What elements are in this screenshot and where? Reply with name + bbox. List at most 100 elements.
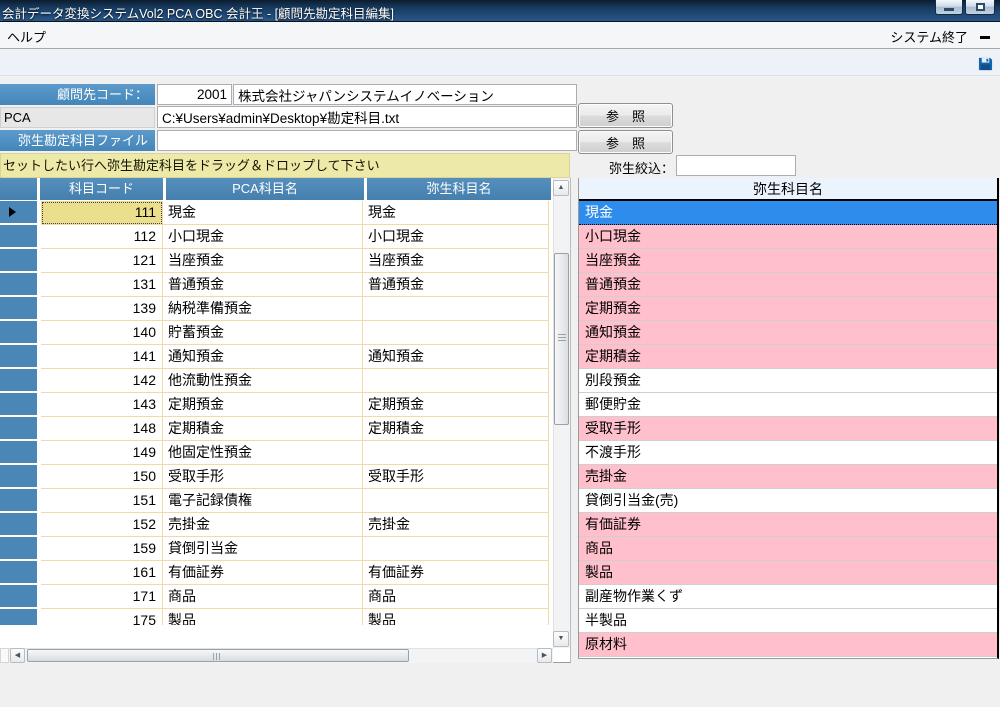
list-item[interactable]: 不渡手形 [579,441,997,465]
cell-code[interactable]: 140 [41,321,163,345]
mdi-minimize-icon[interactable] [980,36,990,39]
row-selector[interactable] [0,465,37,489]
cell-code[interactable]: 161 [41,561,163,585]
list-item[interactable]: 売掛金 [579,465,997,489]
column-header-pca[interactable]: PCA科目名 [166,178,364,200]
cell-pca-name[interactable]: 売掛金 [163,513,363,537]
cell-yayoi-name[interactable]: 商品 [363,585,549,609]
cell-yayoi-name[interactable]: 定期預金 [363,393,549,417]
cell-pca-name[interactable]: 電子記録債権 [163,489,363,513]
yayoi-filter-input[interactable] [676,155,796,176]
cell-code[interactable]: 151 [41,489,163,513]
list-item[interactable]: 受取手形 [579,417,997,441]
row-selector[interactable] [0,393,37,417]
list-item[interactable]: 当座預金 [579,249,997,273]
list-item[interactable]: 定期預金 [579,297,997,321]
yayoi-browse-button[interactable]: 参 照 [578,130,673,154]
cell-pca-name[interactable]: 小口現金 [163,225,363,249]
cell-yayoi-name[interactable]: 小口現金 [363,225,549,249]
cell-code[interactable]: 121 [41,249,163,273]
list-item[interactable]: 有価証券 [579,513,997,537]
cell-code[interactable]: 142 [41,369,163,393]
table-row[interactable]: 121当座預金当座預金 [0,249,553,273]
pca-file-input[interactable] [157,106,577,128]
column-header-code[interactable]: 科目コード [40,178,163,200]
cell-yayoi-name[interactable]: 売掛金 [363,513,549,537]
list-item[interactable]: 小口現金 [579,225,997,249]
row-selector[interactable] [0,585,37,609]
cell-yayoi-name[interactable]: 現金 [363,201,549,225]
row-selector[interactable] [0,513,37,537]
table-row[interactable]: 141通知預金通知預金 [0,345,553,369]
cell-pca-name[interactable]: 納税準備預金 [163,297,363,321]
row-selector[interactable] [0,561,37,585]
cell-yayoi-name[interactable] [363,369,549,393]
row-selector[interactable] [0,417,37,441]
scroll-left-icon[interactable]: ◀ [10,648,25,663]
cell-pca-name[interactable]: 通知預金 [163,345,363,369]
cell-code[interactable]: 139 [41,297,163,321]
cell-pca-name[interactable]: 定期積金 [163,417,363,441]
list-item[interactable]: 通知預金 [579,321,997,345]
cell-yayoi-name[interactable] [363,537,549,561]
scroll-down-icon[interactable]: ▼ [553,631,569,647]
cell-yayoi-name[interactable]: 定期積金 [363,417,549,441]
row-selector[interactable] [0,297,37,321]
cell-yayoi-name[interactable]: 受取手形 [363,465,549,489]
table-row[interactable]: 171商品商品 [0,585,553,609]
cell-pca-name[interactable]: 普通預金 [163,273,363,297]
row-selector[interactable] [0,489,37,513]
row-selector[interactable] [0,609,37,625]
cell-code[interactable]: 152 [41,513,163,537]
row-selector[interactable] [0,537,37,561]
cell-yayoi-name[interactable]: 普通預金 [363,273,549,297]
cell-pca-name[interactable]: 他固定性預金 [163,441,363,465]
table-row[interactable]: 142他流動性預金 [0,369,553,393]
list-item[interactable]: 原材料 [579,633,997,657]
cell-code[interactable]: 148 [41,417,163,441]
cell-pca-name[interactable]: 他流動性預金 [163,369,363,393]
list-item[interactable]: 別段預金 [579,369,997,393]
table-row[interactable]: 143定期預金定期預金 [0,393,553,417]
row-selector[interactable] [0,273,37,297]
cell-pca-name[interactable]: 商品 [163,585,363,609]
list-item[interactable]: 郵便貯金 [579,393,997,417]
table-row[interactable]: 111現金現金 [0,201,553,225]
list-item[interactable]: 副産物作業くず [579,585,997,609]
row-selector[interactable] [0,249,37,273]
table-row[interactable]: 139納税準備預金 [0,297,553,321]
column-header-yayoi[interactable]: 弥生科目名 [367,178,551,200]
cell-yayoi-name[interactable] [363,441,549,465]
cell-code[interactable]: 149 [41,441,163,465]
cell-pca-name[interactable]: 有価証券 [163,561,363,585]
row-selector[interactable] [0,201,37,225]
cell-pca-name[interactable]: 製品 [163,609,363,625]
cell-code[interactable]: 131 [41,273,163,297]
cell-pca-name[interactable]: 貸倒引当金 [163,537,363,561]
cell-pca-name[interactable]: 定期預金 [163,393,363,417]
table-row[interactable]: 151電子記録債権 [0,489,553,513]
cell-code[interactable]: 175 [41,609,163,625]
cell-yayoi-name[interactable]: 通知預金 [363,345,549,369]
table-row[interactable]: 112小口現金小口現金 [0,225,553,249]
cell-pca-name[interactable]: 現金 [163,201,363,225]
cell-pca-name[interactable]: 貯蓄預金 [163,321,363,345]
table-row[interactable]: 175製品製品 [0,609,553,625]
horizontal-scrollbar-thumb[interactable] [27,649,409,662]
table-row[interactable]: 148定期積金定期積金 [0,417,553,441]
table-row[interactable]: 149他固定性預金 [0,441,553,465]
row-selector[interactable] [0,441,37,465]
cell-code[interactable]: 150 [41,465,163,489]
list-item[interactable]: 商品 [579,537,997,561]
table-row[interactable]: 140貯蓄預金 [0,321,553,345]
row-selector[interactable] [0,345,37,369]
table-row[interactable]: 159貸倒引当金 [0,537,553,561]
cell-code[interactable]: 143 [41,393,163,417]
table-row[interactable]: 150受取手形受取手形 [0,465,553,489]
list-item[interactable]: 普通預金 [579,273,997,297]
scroll-up-icon[interactable]: ▲ [553,180,569,196]
menu-help[interactable]: ヘルプ [7,27,46,46]
yayoi-file-input[interactable] [157,130,577,151]
list-item[interactable]: 現金 [579,201,997,225]
cell-yayoi-name[interactable] [363,321,549,345]
